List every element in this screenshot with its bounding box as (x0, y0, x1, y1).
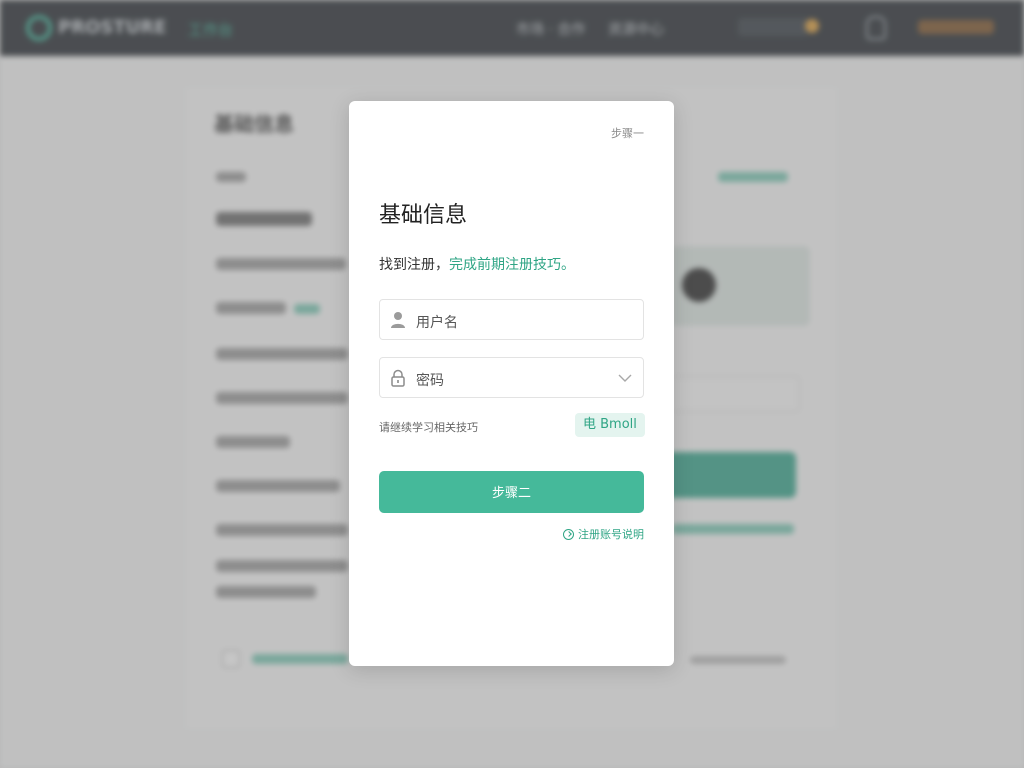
username-placeholder: 用户名 (416, 315, 458, 331)
password-placeholder: 密码 (416, 373, 444, 389)
check-circle-icon (563, 528, 574, 540)
modal-title: 基础信息 (379, 203, 468, 228)
lock-icon (391, 369, 405, 387)
hint-text: 找到注册，完成前期注册技巧。 (379, 254, 575, 274)
aux-chip-button[interactable]: 电 Bmoll (575, 413, 645, 437)
username-field[interactable]: 用户名 (379, 299, 644, 340)
chevron-down-icon[interactable] (617, 370, 633, 386)
hint-static-text: 找到注册， (379, 257, 449, 273)
footer-link[interactable]: 注册账号说明 (563, 526, 644, 542)
aux-label: 请继续学习相关技巧 (379, 421, 478, 434)
user-icon (391, 312, 405, 328)
hint-link[interactable]: 完成前期注册技巧。 (449, 257, 575, 273)
footer-link-text: 注册账号说明 (578, 528, 644, 541)
step-indicator: 步骤一 (611, 127, 644, 140)
registration-modal: 步骤一 基础信息 找到注册，完成前期注册技巧。 用户名 密码 请继续学习相关技巧… (349, 101, 674, 666)
next-step-button[interactable]: 步骤二 (379, 471, 644, 513)
password-field[interactable]: 密码 (379, 357, 644, 398)
